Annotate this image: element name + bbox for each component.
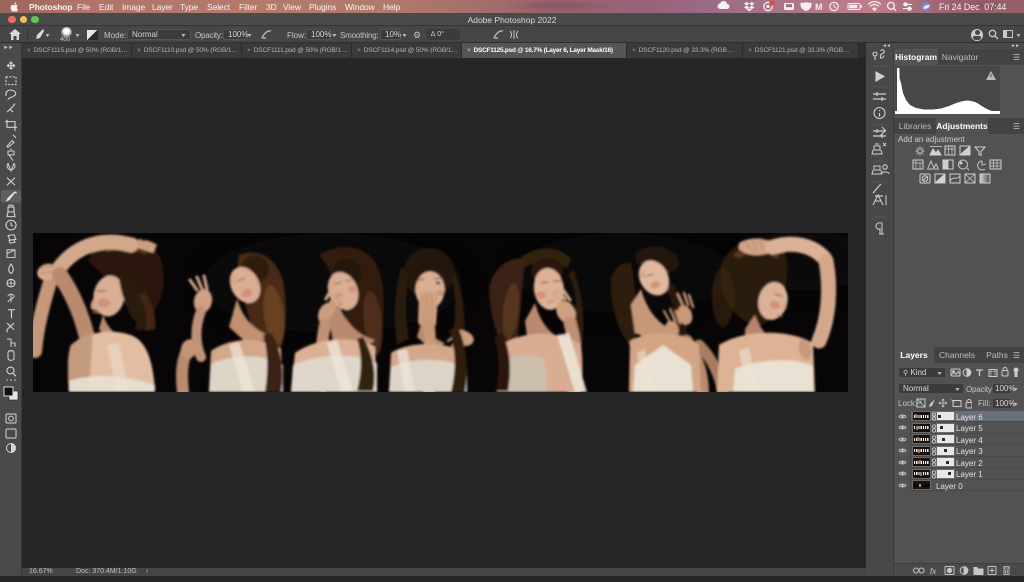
svg-text:M: M	[815, 2, 823, 12]
svg-text:fx: fx	[930, 567, 937, 576]
